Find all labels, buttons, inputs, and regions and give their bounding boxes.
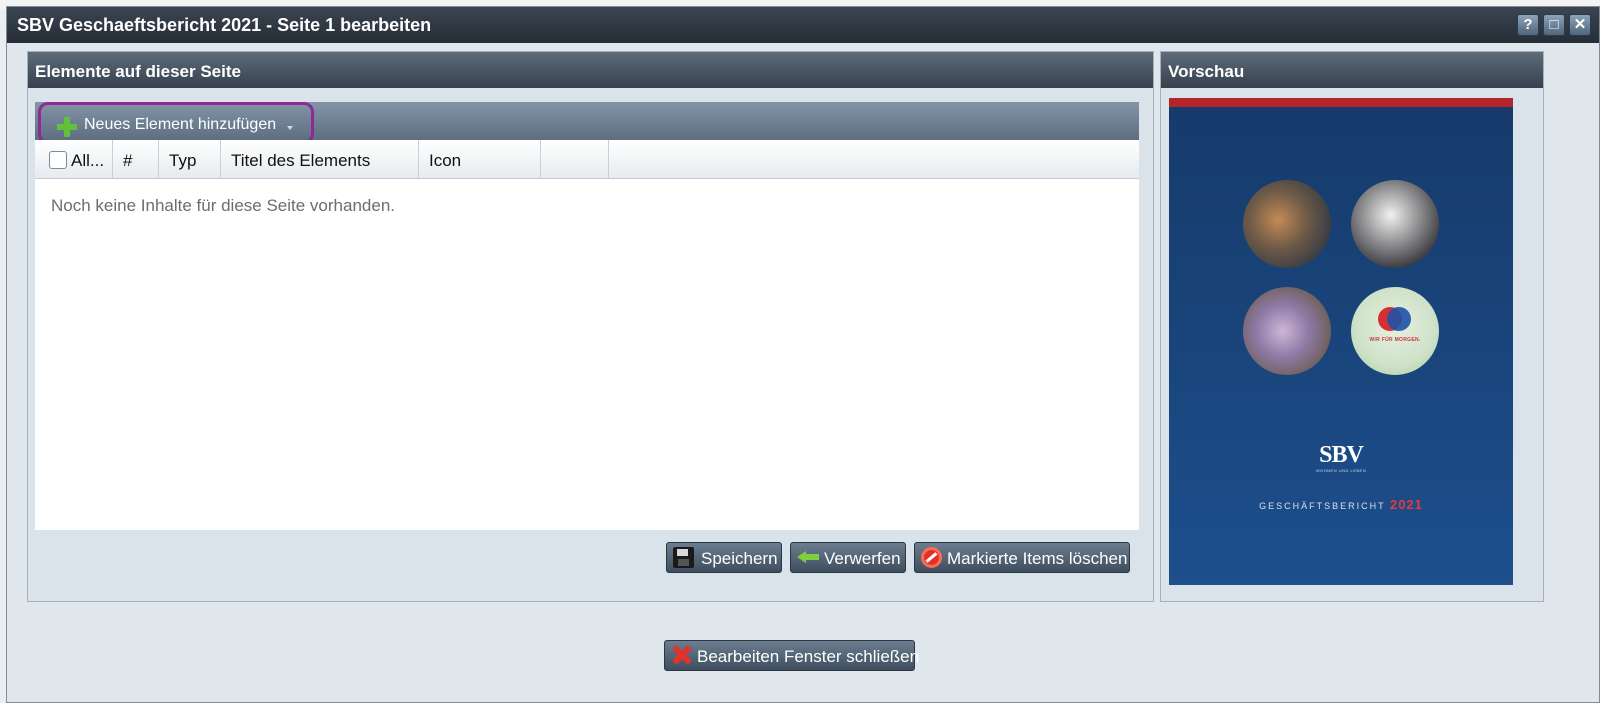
empty-state-message: Noch keine Inhalte für diese Seite vorha… (51, 196, 396, 215)
chevron-down-icon (287, 126, 293, 130)
cover-red-stripe (1169, 98, 1513, 107)
floppy-disk-icon (673, 547, 694, 568)
column-header-title[interactable]: Titel des Elements (221, 140, 419, 178)
close-editor-button-label: Bearbeiten Fenster schließen (697, 647, 920, 666)
save-button-label: Speichern (701, 549, 778, 568)
delete-marked-button-label: Markierte Items löschen (947, 549, 1128, 568)
discard-button-label: Verwerfen (824, 549, 901, 568)
close-window-icon[interactable]: ✕ (1569, 14, 1591, 36)
delete-marked-button[interactable]: Markierte Items löschen (914, 542, 1130, 573)
preview-panel: Vorschau WIR FÜR MORGEN. SBV WOHNEN UND … (1160, 51, 1544, 602)
save-button[interactable]: Speichern (666, 542, 782, 573)
sbv-logo-tagline: WOHNEN UND LEBEN (1315, 468, 1367, 473)
badge-text: WIR FÜR MORGEN. (1369, 337, 1421, 343)
cover-photo-interior (1243, 287, 1331, 375)
cover-report-label: GESCHÄFTSBERICHT (1259, 501, 1386, 511)
cover-photo-elderly-man (1351, 180, 1439, 268)
add-element-button[interactable]: Neues Element hinzufügen (38, 102, 314, 144)
close-x-icon (671, 644, 693, 666)
column-all-label: All... (71, 151, 105, 170)
plus-icon (57, 117, 77, 137)
forbidden-icon (921, 547, 942, 568)
close-editor-button[interactable]: Bearbeiten Fenster schließen (664, 640, 919, 671)
select-all-checkbox[interactable] (49, 151, 67, 169)
window-title: SBV Geschaeftsbericht 2021 - Seite 1 bea… (17, 15, 432, 35)
back-arrow-icon (797, 550, 819, 564)
column-header-extra[interactable] (541, 140, 609, 178)
add-element-label: Neues Element hinzufügen (84, 116, 277, 133)
maximize-icon[interactable]: □ (1543, 14, 1565, 36)
grid-body: Noch keine Inhalte für diese Seite vorha… (35, 179, 1139, 530)
column-header-all[interactable]: All... (35, 140, 113, 178)
sbv-logo: SBV (1319, 442, 1364, 468)
grid-header: All... # Typ Titel des Elements Icon (35, 140, 1139, 179)
preview-panel-title: Vorschau (1161, 52, 1543, 88)
window-titlebar[interactable]: SBV Geschaeftsbericht 2021 - Seite 1 bea… (7, 7, 1599, 43)
elements-panel: Elemente auf dieser Seite Neues Element … (27, 51, 1154, 602)
cover-badge: WIR FÜR MORGEN. (1351, 287, 1439, 375)
column-header-type[interactable]: Typ (159, 140, 221, 178)
badge-logo-blue (1387, 307, 1411, 331)
elements-panel-title: Elemente auf dieser Seite (28, 52, 1153, 88)
cover-report-title: GESCHÄFTSBERICHT 2021 (1169, 497, 1513, 512)
report-cover-preview: WIR FÜR MORGEN. SBV WOHNEN UND LEBEN GES… (1169, 98, 1513, 585)
help-icon[interactable]: ? (1517, 14, 1539, 36)
discard-button[interactable]: Verwerfen (790, 542, 906, 573)
column-header-number[interactable]: # (113, 140, 159, 178)
cover-photo-crowd (1243, 180, 1331, 268)
elements-toolbar: Neues Element hinzufügen (35, 102, 1139, 144)
column-header-icon[interactable]: Icon (419, 140, 541, 178)
cover-report-year: 2021 (1389, 497, 1423, 512)
